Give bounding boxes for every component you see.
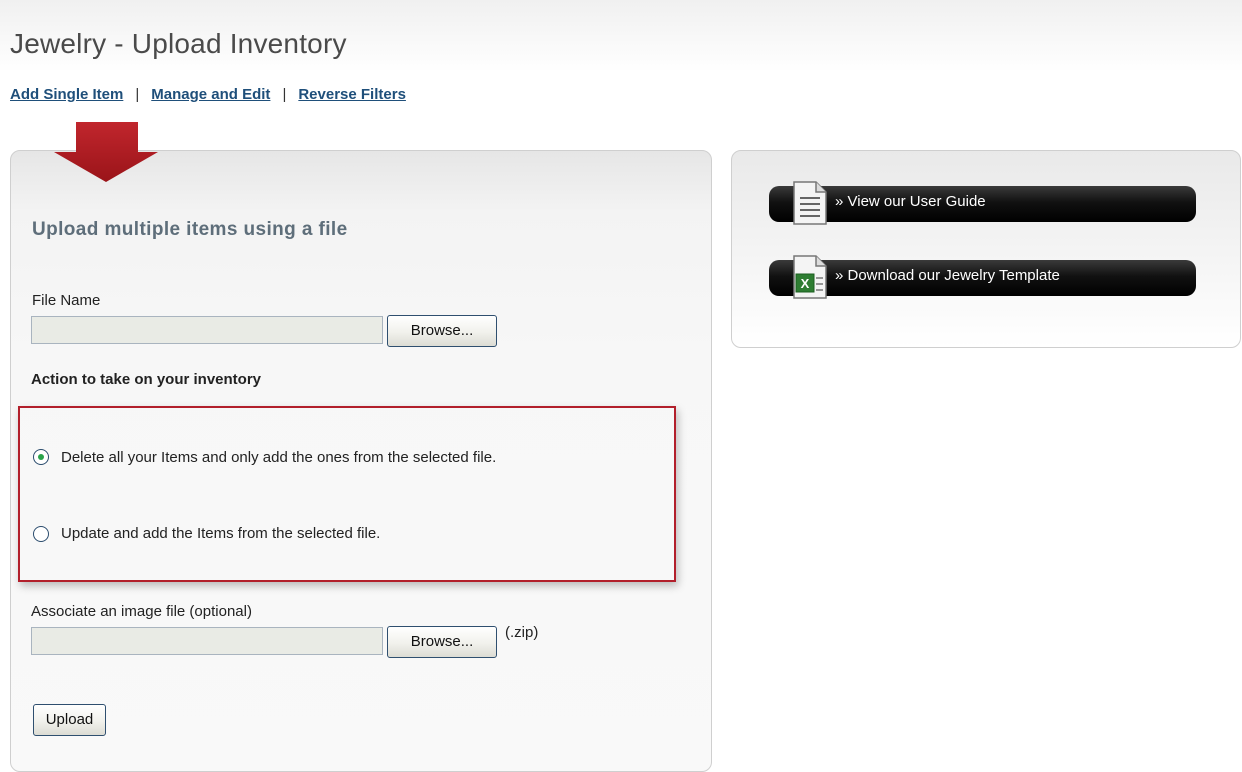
upload-button[interactable]: Upload — [33, 704, 106, 736]
action-label: Action to take on your inventory — [31, 371, 262, 388]
document-icon — [793, 181, 827, 225]
radio-update-and-add[interactable] — [33, 526, 49, 542]
svg-text:X: X — [801, 276, 810, 291]
excel-file-icon: X — [793, 255, 827, 299]
sub-navigation: Add Single Item | Manage and Edit | Reverse … — [10, 86, 406, 103]
radio-selected-dot — [38, 454, 44, 460]
reverse-filters-link[interactable]: Reverse Filters — [298, 86, 406, 103]
page-title: Jewelry - Upload Inventory — [10, 28, 347, 59]
user-guide-link[interactable]: » View our User Guide — [769, 186, 1196, 222]
file-name-label: File Name — [32, 292, 101, 309]
user-guide-label: » View our User Guide — [835, 193, 986, 210]
add-single-item-link[interactable]: Add Single Item — [10, 86, 123, 103]
jewelry-template-link[interactable]: » Download our Jewelry Template — [769, 260, 1196, 296]
upload-section-heading: Upload multiple items using a file — [32, 219, 348, 240]
nav-separator: | — [135, 86, 140, 103]
nav-separator: | — [282, 86, 287, 103]
radio-delete-and-add[interactable] — [33, 449, 49, 465]
file-name-input[interactable] — [31, 316, 383, 344]
highlight-box — [18, 406, 676, 582]
zip-hint: (.zip) — [505, 624, 539, 641]
browse-image-button[interactable]: Browse... — [387, 626, 497, 658]
image-file-label: Associate an image file (optional) — [31, 603, 252, 620]
image-file-input[interactable] — [31, 627, 383, 655]
manage-and-edit-link[interactable]: Manage and Edit — [151, 86, 270, 103]
down-arrow-icon — [54, 122, 158, 182]
option-update-and-add-label: Update and add the Items from the select… — [61, 525, 381, 542]
jewelry-template-label: » Download our Jewelry Template — [835, 267, 1060, 284]
option-delete-and-add-label: Delete all your Items and only add the o… — [61, 449, 497, 466]
browse-file-button[interactable]: Browse... — [387, 315, 497, 347]
